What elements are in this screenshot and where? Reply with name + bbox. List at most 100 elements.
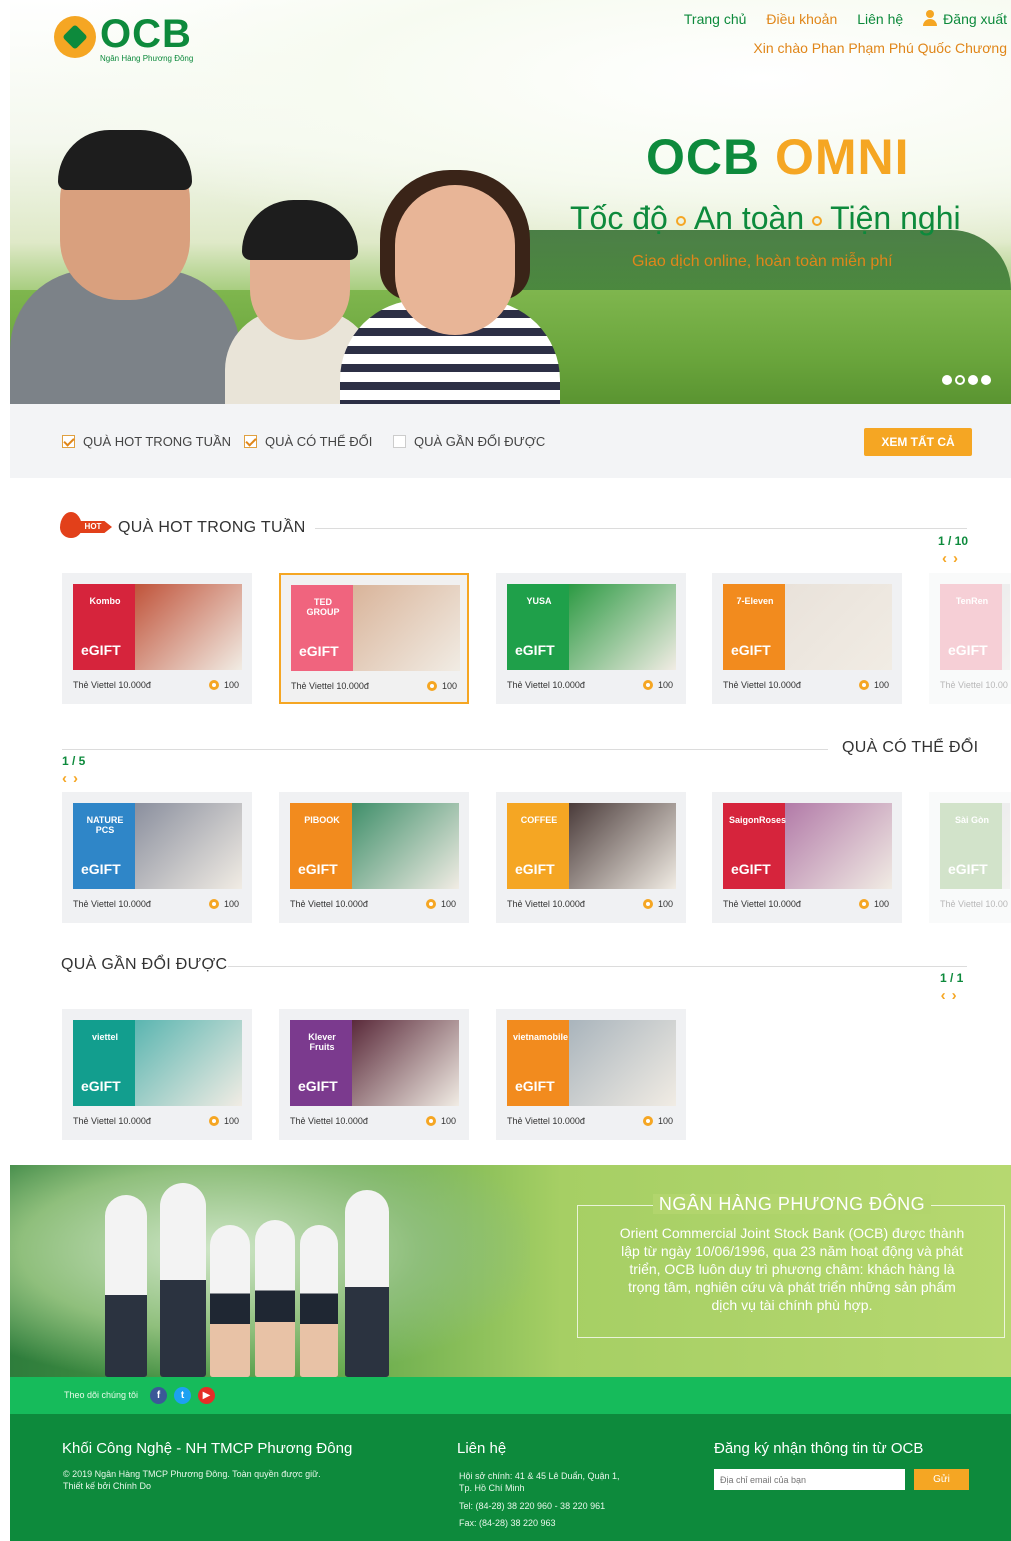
chevron-right-icon[interactable]: ›	[952, 987, 963, 1004]
coin-icon	[427, 681, 437, 691]
gift-card[interactable]: COFFEE eGIFT Thẻ Viettel 10.000đ 100	[496, 792, 686, 923]
gift-card-image: COFFEE eGIFT	[507, 803, 676, 889]
gift-name: Thẻ Viettel 10.000đ	[73, 1116, 151, 1126]
product-photo	[352, 1020, 459, 1106]
checkbox-checked-icon[interactable]	[244, 435, 257, 448]
gift-card-image: PIBOOK eGIFT	[290, 803, 459, 889]
gift-card-image: Kombo eGIFT	[73, 584, 242, 670]
about-title: NGÂN HÀNG PHƯƠNG ĐÔNG	[652, 1194, 932, 1214]
gift-card-image: TenRen eGIFT	[940, 584, 1010, 670]
carousel-dot[interactable]	[942, 375, 952, 385]
carousel-dot[interactable]	[981, 375, 991, 385]
footer-tel: Tel: (84-28) 38 220 960 - 38 220 961	[459, 1501, 606, 1511]
product-photo	[1002, 584, 1010, 670]
gift-points: 100	[209, 1116, 239, 1126]
checkbox-checked-icon[interactable]	[62, 435, 75, 448]
product-photo	[569, 584, 676, 670]
chevron-left-icon[interactable]: ‹	[942, 550, 953, 567]
ocb-logo[interactable]: OCB Ngân Hàng Phương Đông	[54, 12, 204, 66]
gift-name: Thẻ Viettel 10.000đ	[723, 680, 801, 690]
pager-arrows: ‹›	[940, 987, 963, 1004]
nav-logout[interactable]: Đăng xuất	[923, 10, 1007, 27]
carousel-dot[interactable]	[968, 375, 978, 385]
gift-card[interactable]: Kombo eGIFT Thẻ Viettel 10.000đ 100	[62, 573, 252, 704]
gift-card[interactable]: PIBOOK eGIFT Thẻ Viettel 10.000đ 100	[279, 792, 469, 923]
gift-card[interactable]: 7-Eleven eGIFT Thẻ Viettel 10.000đ 100	[712, 573, 902, 704]
footer: Khối Công Nghệ - NH TMCP Phương Đông © 2…	[10, 1414, 1011, 1541]
woman-head	[395, 185, 515, 335]
brand-logo: TenRen	[955, 596, 989, 606]
gift-card[interactable]: Sài Gòn eGIFT Thẻ Viettel 10.00	[929, 792, 1011, 923]
nav-contact[interactable]: Liên hệ	[857, 11, 903, 27]
hot-badge: HOT	[60, 512, 112, 540]
gift-name: Thẻ Viettel 10.000đ	[507, 680, 585, 690]
product-photo	[785, 803, 892, 889]
gift-card[interactable]: TenRen eGIFT Thẻ Viettel 10.00	[929, 573, 1011, 704]
carousel-dot-active[interactable]	[955, 375, 965, 385]
brand-logo: COFFEE	[520, 815, 558, 825]
gift-name: Thẻ Viettel 10.00	[940, 899, 1008, 909]
chevron-left-icon[interactable]: ‹	[941, 987, 952, 1004]
gift-name: Thẻ Viettel 10.00	[940, 680, 1008, 690]
gift-card[interactable]: YUSA eGIFT Thẻ Viettel 10.000đ 100	[496, 573, 686, 704]
view-all-button[interactable]: XEM TẤT CẢ	[864, 428, 972, 456]
gift-points-value: 100	[224, 899, 240, 909]
man-hair	[58, 130, 192, 190]
egift-label: eGIFT	[81, 1078, 121, 1094]
egift-label: eGIFT	[731, 642, 771, 658]
chevron-right-icon[interactable]: ›	[953, 550, 964, 567]
gift-points-value: 100	[874, 899, 890, 909]
egift-label: eGIFT	[298, 861, 338, 877]
youtube-icon[interactable]: ▶	[198, 1387, 215, 1404]
gift-card[interactable]: Klever Fruits eGIFT Thẻ Viettel 10.000đ 100	[279, 1009, 469, 1140]
pager-near: 1 / 1 ‹›	[940, 971, 963, 1004]
filter-near[interactable]: QUÀ GẦN ĐỔI ĐƯỢC	[393, 434, 545, 449]
footer-fax: Fax: (84-28) 38 220 963	[459, 1518, 556, 1528]
brand-logo: PIBOOK	[304, 815, 340, 825]
filter-available[interactable]: QUÀ CÓ THỂ ĐỔI	[244, 434, 372, 449]
gift-points: 100	[859, 680, 889, 690]
facebook-icon[interactable]: f	[150, 1387, 167, 1404]
gift-name: Thẻ Viettel 10.000đ	[291, 681, 369, 691]
email-field[interactable]	[714, 1469, 905, 1490]
gift-points: 100	[209, 899, 239, 909]
twitter-icon[interactable]: t	[174, 1387, 191, 1404]
gift-points: 100	[426, 899, 456, 909]
user-icon	[923, 10, 938, 26]
hero-title-omni: OMNI	[775, 129, 910, 185]
chevron-left-icon[interactable]: ‹	[62, 770, 73, 787]
gift-card-image: Sài Gòn eGIFT	[940, 803, 1010, 889]
send-button[interactable]: Gửi	[914, 1469, 969, 1490]
gift-card-image: YUSA eGIFT	[507, 584, 676, 670]
checkbox-unchecked-icon[interactable]	[393, 435, 406, 448]
hero-banner: OCB Ngân Hàng Phương Đông Trang chủ Điều…	[10, 0, 1011, 404]
hero-tagline: Tốc độ An toàn Tiện nghi	[570, 200, 961, 237]
gift-card[interactable]: TED GROUP eGIFT Thẻ Viettel 10.000đ 100	[279, 573, 469, 704]
nav-home[interactable]: Trang chủ	[684, 11, 747, 27]
gift-card[interactable]: NATURE PCS eGIFT Thẻ Viettel 10.000đ 100	[62, 792, 252, 923]
chevron-right-icon[interactable]: ›	[73, 770, 84, 787]
gift-points: 100	[643, 680, 673, 690]
nav-terms[interactable]: Điều khoản	[766, 11, 837, 27]
gift-points: 100	[643, 899, 673, 909]
logo-text: OCB	[100, 12, 192, 56]
divider	[62, 749, 828, 750]
hero-family-photo	[10, 100, 570, 404]
tagline-speed: Tốc độ	[570, 200, 668, 236]
brand-logo: NATURE PCS	[86, 815, 124, 835]
gift-card-image: vietnamobile eGIFT	[507, 1020, 676, 1106]
staff-photo	[105, 1195, 147, 1377]
egift-label: eGIFT	[948, 861, 988, 877]
filter-bar: QUÀ HOT TRONG TUẦN QUÀ CÓ THỂ ĐỔI QUÀ GẦ…	[10, 404, 1011, 478]
follow-label: Theo dõi chúng tôi	[64, 1390, 139, 1400]
filter-hot[interactable]: QUÀ HOT TRONG TUẦN	[62, 434, 231, 449]
brand-logo: 7-Eleven	[736, 596, 774, 606]
gift-card[interactable]: viettel eGIFT Thẻ Viettel 10.000đ 100	[62, 1009, 252, 1140]
gift-points: 100	[209, 680, 239, 690]
coin-icon	[643, 1116, 653, 1126]
coin-icon	[643, 680, 653, 690]
gift-card[interactable]: vietnamobile eGIFT Thẻ Viettel 10.000đ 100	[496, 1009, 686, 1140]
staff-photo	[255, 1220, 295, 1377]
product-photo	[569, 1020, 676, 1106]
gift-card[interactable]: SaigonRoses eGIFT Thẻ Viettel 10.000đ 100	[712, 792, 902, 923]
